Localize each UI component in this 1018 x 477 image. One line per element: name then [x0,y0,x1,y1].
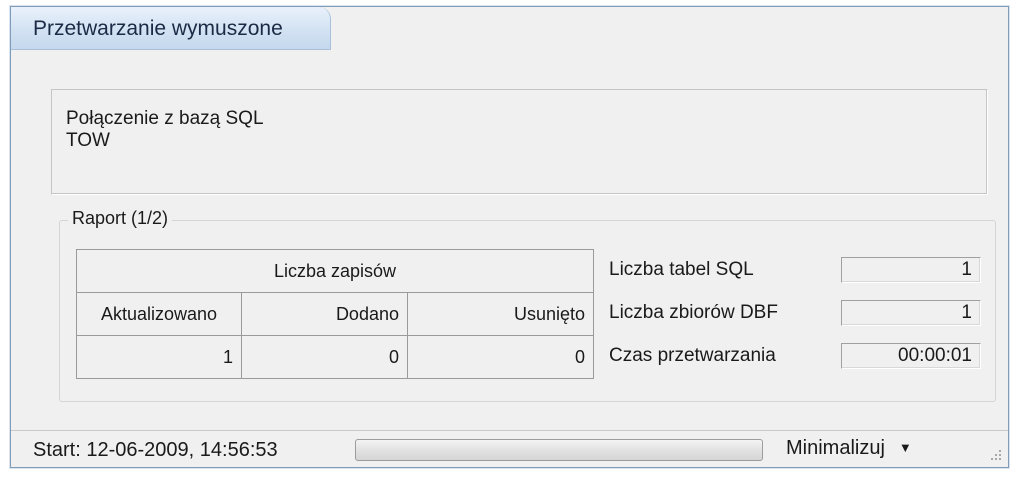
title-tab: Przetwarzanie wymuszone [11,7,331,50]
stat-value-dbf-files: 1 [841,300,981,326]
stat-label-processing-time: Czas przetwarzania [609,345,776,366]
start-timestamp: Start: 12-06-2009, 14:56:53 [33,439,278,461]
dropdown-arrow-icon[interactable]: ▼ [899,440,912,455]
status-bar: Start: 12-06-2009, 14:56:53 Minimalizuj ▼ [11,430,1008,467]
stat-value-processing-time: 00:00:01 [841,343,981,369]
value-added: 0 [241,335,408,379]
stat-label-sql-tables: Liczba tabel SQL [609,259,754,280]
progress-bar [355,439,763,461]
value-updated: 1 [76,335,242,379]
dialog-window: Przetwarzanie wymuszone Połączenie z baz… [10,6,1009,468]
resize-grip-icon[interactable] [988,447,1002,461]
info-panel: Połączenie z bazą SQL TOW [51,89,988,195]
report-legend: Raport (1/2) [68,208,173,229]
records-table: Liczba zapisów Aktualizowano Dodano Usun… [76,249,594,379]
minimize-label: Minimalizuj [786,437,885,459]
stat-value-sql-tables: 1 [841,257,981,283]
column-header-updated: Aktualizowano [76,292,242,336]
column-header-deleted: Usunięto [407,292,594,336]
info-line-table: TOW [66,130,110,151]
minimize-button[interactable]: Minimalizuj ▼ [786,437,912,460]
value-deleted: 0 [407,335,594,379]
records-group-header: Liczba zapisów [76,249,594,293]
column-header-added: Dodano [241,292,408,336]
window-title: Przetwarzanie wymuszone [33,17,283,40]
stat-label-dbf-files: Liczba zbiorów DBF [609,302,778,323]
info-line-connection: Połączenie z bazą SQL [66,108,264,129]
